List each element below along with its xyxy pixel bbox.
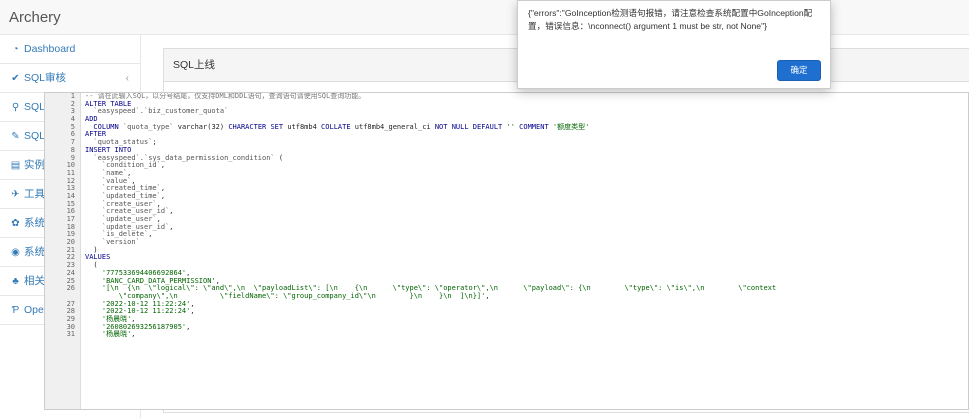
code-area[interactable]: 1 -- 请在此输入SQL，以分号结尾，仅支持DML和DDL语句，查询语句请使用S… <box>45 93 968 339</box>
code-text: COLUMN `quota_type` varchar(32) CHARACTE… <box>85 122 590 132</box>
cogs-icon: ✿ <box>11 218 20 229</box>
code-token: , <box>148 230 153 239</box>
code-line: 6 AFTER <box>45 131 968 139</box>
code-token: CHARACTER SET <box>228 122 288 131</box>
code-line: 1 -- 请在此输入SQL，以分号结尾，仅支持DML和DDL语句，查询语句请使用S… <box>45 93 968 101</box>
code-token: , <box>485 291 490 300</box>
code-token: `easyspeed`.`biz_customer_quota` <box>85 107 229 116</box>
code-line: 11 `name`, <box>45 169 968 178</box>
code-line: 31 '杨晨晓', <box>45 330 968 339</box>
eye-icon: ◉ <box>11 247 20 258</box>
code-line: 22 VALUES <box>45 254 968 262</box>
code-token: COMMENT <box>519 122 553 131</box>
code-line: 15 `create_user`, <box>45 200 968 209</box>
sql-editor[interactable]: 1 -- 请在此输入SQL，以分号结尾，仅支持DML和DDL语句，查询语句请使用S… <box>44 92 969 410</box>
code-token: '杨晨晓' <box>85 330 132 339</box>
sidebar-item-0[interactable]: ◔ Dashboard <box>0 35 140 64</box>
sidebar-item-label: Dashboard <box>24 43 76 55</box>
code-token: utf8mb4_general_ci <box>354 122 435 131</box>
code-line: 5 COLUMN `quota_type` varchar(32) CHARAC… <box>45 122 968 132</box>
code-token: ; <box>152 138 157 147</box>
code-token: , <box>169 207 174 216</box>
search-icon: ⚲ <box>11 102 20 113</box>
sidebar-item-1[interactable]: ✔ SQL审核 ‹ <box>0 64 140 93</box>
code-text: `easyspeed`.`biz_customer_quota` <box>85 108 228 116</box>
line-number: 31 <box>66 330 75 339</box>
code-token: '额度类型' <box>552 122 590 131</box>
code-token: utf8mb4 <box>287 122 322 131</box>
code-token: , <box>160 191 166 200</box>
code-line: 14 `updated_time`, <box>45 191 968 201</box>
sitemap-icon: ♣ <box>12 276 19 287</box>
sidebar-item-label: SQL审核 <box>24 72 67 84</box>
dashboard-icon: ◔ <box>12 44 19 55</box>
api-icon: Ƥ <box>11 305 20 316</box>
code-token: NOT NULL DEFAULT <box>434 122 507 131</box>
code-token: COLLATE <box>321 122 355 131</box>
code-token: varchar(32) <box>177 122 229 131</box>
code-line: 12 `value`, <box>45 177 968 186</box>
code-line: 9 `easyspeed`.`sys_data_permission_condi… <box>45 153 968 163</box>
code-line: 20 `version` <box>45 238 968 247</box>
error-message: {"errors":"GoInception检测语句报错，请注意检查系统配置中G… <box>528 8 813 31</box>
code-token: ( <box>278 153 284 162</box>
code-token: , <box>131 330 136 339</box>
code-line: 7 `quota_status`; <box>45 138 968 147</box>
error-dialog: {"errors":"GoInception检测语句报错，请注意检查系统配置中G… <box>517 0 831 89</box>
chevron-left-icon: ‹ <box>125 73 129 84</box>
code-line: 30 '260802693256187905', <box>45 322 968 332</box>
database-icon: ▤ <box>10 160 21 171</box>
code-token: , <box>169 222 174 231</box>
code-line: 3 `easyspeed`.`biz_customer_quota` <box>45 108 968 116</box>
code-token: , <box>190 307 195 316</box>
code-line: 17 `update_user`, <box>45 215 968 224</box>
code-line: 19 `is_delete`, <box>45 231 968 239</box>
code-line: 21 ) <box>45 246 968 255</box>
code-token: , <box>160 161 166 170</box>
wrench-icon: ✎ <box>11 131 20 142</box>
line-number: 26 <box>66 284 75 293</box>
code-text: '杨晨晓', <box>85 330 136 339</box>
code-token: '' <box>506 122 520 131</box>
code-line: 13 `created_time`, <box>45 184 968 193</box>
code-line: 28 '2022-10-12 11:22:24', <box>45 307 968 316</box>
code-token: , <box>186 322 191 331</box>
confirm-button[interactable]: 确定 <box>777 60 821 81</box>
rocket-icon: ✈ <box>11 189 20 200</box>
code-line: 18 `update_user_id`, <box>45 222 968 232</box>
brand-logo[interactable]: Archery <box>9 9 61 26</box>
code-token: `quota_type` <box>122 122 178 131</box>
check-icon: ✔ <box>11 73 20 84</box>
code-line: 10 `condition_id`, <box>45 161 968 170</box>
code-line: 16 `create_user_id`, <box>45 207 968 216</box>
